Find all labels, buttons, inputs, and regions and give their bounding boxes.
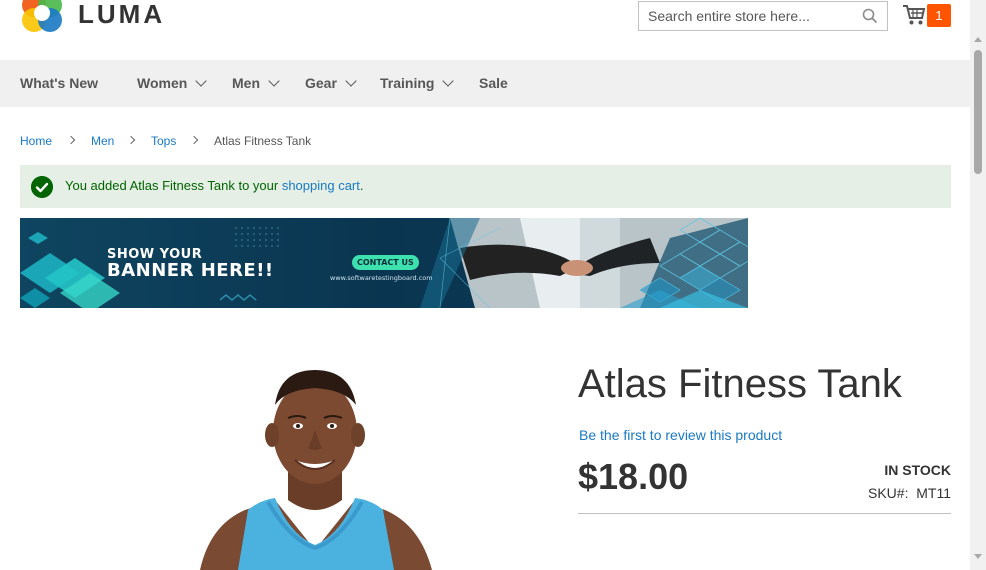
cart-icon[interactable] xyxy=(902,4,926,26)
product-sku: SKU#: MT11 xyxy=(868,485,951,501)
page-header: LUMA 1 xyxy=(0,0,970,60)
nav-item-training[interactable]: Training xyxy=(380,60,455,107)
scrollbar-thumb[interactable] xyxy=(974,50,982,174)
chevron-down-icon xyxy=(195,75,207,87)
page-scrollbar[interactable] xyxy=(970,0,986,570)
main-nav: What's New Women Men Gear Training Sale xyxy=(0,60,970,107)
banner-line2: BANNER HERE!! xyxy=(107,260,274,281)
nav-item-label: Men xyxy=(232,75,260,91)
checkmark-icon xyxy=(31,176,53,198)
chevron-right-icon xyxy=(66,135,76,145)
cart-count-badge[interactable]: 1 xyxy=(927,4,951,27)
search-icon[interactable] xyxy=(862,8,878,24)
product-price: $18.00 xyxy=(578,456,689,497)
search-input[interactable] xyxy=(639,2,849,30)
breadcrumb-current: Atlas Fitness Tank xyxy=(214,134,312,148)
nav-item-label: Women xyxy=(137,75,188,91)
nav-item-whats-new[interactable]: What's New xyxy=(20,60,98,107)
nav-item-men[interactable]: Men xyxy=(232,60,280,107)
breadcrumb-tops[interactable]: Tops xyxy=(151,133,176,149)
luma-logo-icon[interactable] xyxy=(20,0,66,36)
chevron-right-icon xyxy=(189,135,199,145)
message-text-before: You added Atlas Fitness Tank to your xyxy=(65,178,282,193)
nav-item-label: Training xyxy=(380,75,435,91)
sku-label: SKU#: xyxy=(868,485,909,501)
chevron-down-icon xyxy=(345,75,357,87)
nav-item-women[interactable]: Women xyxy=(137,60,207,107)
nav-item-label: Gear xyxy=(305,75,337,91)
product-title: Atlas Fitness Tank xyxy=(578,362,902,406)
stock-status: In stock xyxy=(884,462,951,478)
chevron-right-icon xyxy=(126,135,136,145)
nav-item-label: What's New xyxy=(20,75,99,91)
promo-banner[interactable]: SHOW YOUR BANNER HERE!! CONTACT US www.s… xyxy=(20,218,748,308)
success-message-text: You added Atlas Fitness Tank to your sho… xyxy=(65,178,364,193)
review-link[interactable]: Be the first to review this product xyxy=(579,427,782,443)
scroll-up-arrow-icon[interactable] xyxy=(974,37,982,42)
chevron-down-icon xyxy=(442,75,455,87)
chevron-down-icon xyxy=(268,75,280,87)
shopping-cart-link[interactable]: shopping cart xyxy=(282,178,360,193)
banner-url: www.softwaretestingboard.com xyxy=(330,274,433,282)
breadcrumb-men[interactable]: Men xyxy=(91,133,114,149)
scroll-down-arrow-icon[interactable] xyxy=(974,554,982,559)
message-text-after: . xyxy=(359,178,364,193)
success-message: You added Atlas Fitness Tank to your sho… xyxy=(20,165,951,208)
nav-item-gear[interactable]: Gear xyxy=(305,60,357,107)
banner-contact-button[interactable]: CONTACT US xyxy=(352,255,419,270)
breadcrumb-home[interactable]: Home xyxy=(20,133,52,149)
divider xyxy=(578,513,951,514)
sku-value: MT11 xyxy=(916,485,951,501)
brand-name[interactable]: LUMA xyxy=(78,0,165,30)
product-image[interactable] xyxy=(180,360,450,570)
search-box xyxy=(638,1,888,31)
nav-item-sale[interactable]: Sale xyxy=(479,60,508,107)
nav-item-label: Sale xyxy=(479,75,508,91)
